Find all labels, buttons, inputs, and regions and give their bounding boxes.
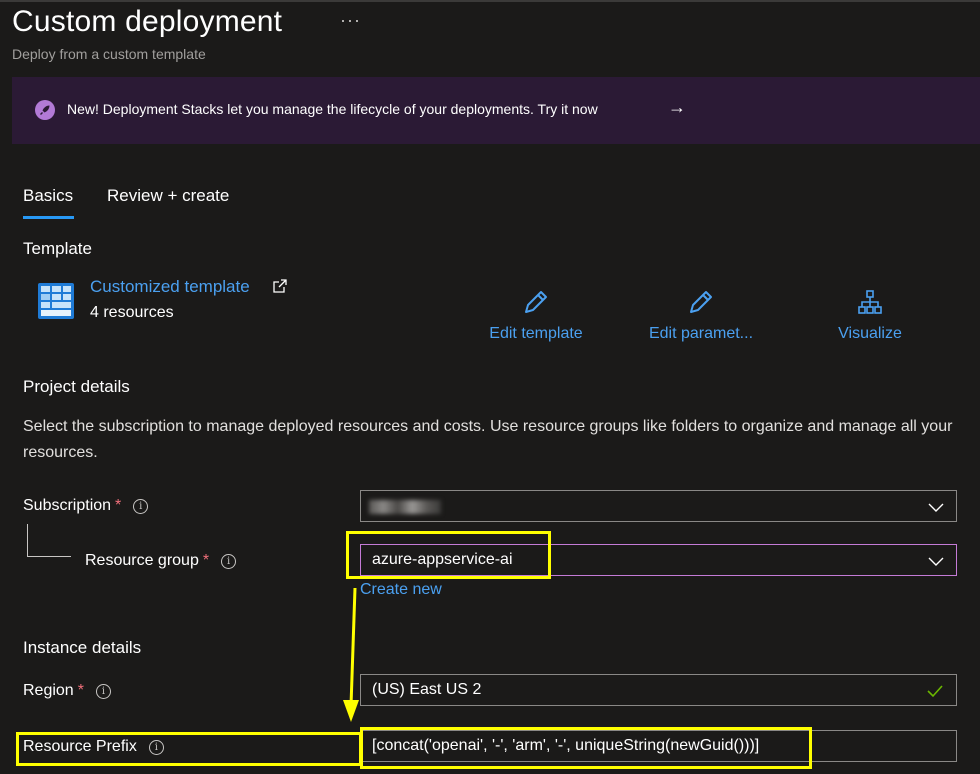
top-border bbox=[0, 0, 980, 2]
checkmark-icon bbox=[927, 685, 943, 698]
edit-template-button[interactable]: Edit template bbox=[483, 288, 589, 343]
info-icon[interactable]: i bbox=[133, 499, 149, 514]
instance-details-heading: Instance details bbox=[23, 638, 142, 657]
resource-group-label: Resource group * i bbox=[85, 552, 237, 570]
page-subtitle: Deploy from a custom template bbox=[12, 46, 206, 62]
region-label-text: Region bbox=[23, 682, 74, 699]
pencil-icon bbox=[690, 291, 712, 313]
tree-connector-horizontal bbox=[27, 556, 71, 557]
customized-template-link[interactable]: Customized template bbox=[90, 277, 250, 297]
subscription-label-text: Subscription bbox=[23, 497, 112, 514]
page-title: Custom deployment bbox=[12, 5, 283, 38]
region-dropdown[interactable]: (US) East US 2 bbox=[360, 674, 957, 706]
highlight-arrow bbox=[343, 588, 359, 722]
rocket-icon bbox=[35, 100, 55, 120]
visualize-button[interactable]: Visualize bbox=[833, 288, 907, 343]
project-description: Select the subscription to manage deploy… bbox=[23, 418, 953, 461]
resource-count: 4 resources bbox=[90, 304, 174, 321]
template-icon bbox=[38, 283, 74, 319]
deployment-stacks-banner[interactable]: New! Deployment Stacks let you manage th… bbox=[12, 77, 980, 144]
chevron-down-icon bbox=[928, 503, 944, 512]
highlight-prefix-label bbox=[16, 732, 362, 766]
info-icon[interactable]: i bbox=[221, 554, 237, 569]
edit-template-label: Edit template bbox=[489, 325, 583, 342]
banner-text: New! Deployment Stacks let you manage th… bbox=[67, 101, 598, 117]
chevron-down-icon bbox=[928, 557, 944, 566]
active-tab-indicator bbox=[23, 216, 74, 219]
edit-parameters-label: Edit paramet... bbox=[648, 325, 754, 342]
tree-connector bbox=[27, 524, 28, 557]
edit-parameters-button[interactable]: Edit paramet... bbox=[642, 288, 760, 343]
required-mark: * bbox=[202, 552, 210, 569]
subscription-label: Subscription * i bbox=[23, 497, 149, 515]
resource-group-label-text: Resource group bbox=[85, 552, 199, 569]
project-details-heading: Project details bbox=[23, 377, 130, 396]
required-mark: * bbox=[77, 682, 84, 699]
tab-basics[interactable]: Basics bbox=[23, 186, 73, 206]
template-heading: Template bbox=[23, 239, 92, 258]
subscription-dropdown[interactable] bbox=[360, 490, 957, 522]
subscription-value-redacted bbox=[369, 500, 441, 514]
highlight-resource-group bbox=[346, 531, 551, 579]
region-value: (US) East US 2 bbox=[372, 681, 482, 698]
highlight-prefix-value bbox=[360, 727, 812, 769]
arrow-right-icon[interactable]: → bbox=[668, 97, 686, 118]
visualize-label: Visualize bbox=[838, 325, 902, 342]
create-new-link[interactable]: Create new bbox=[360, 581, 442, 599]
hierarchy-icon bbox=[858, 290, 882, 314]
external-link-icon[interactable] bbox=[272, 278, 288, 294]
tab-review-create[interactable]: Review + create bbox=[107, 186, 229, 206]
required-mark: * bbox=[115, 497, 122, 514]
region-label: Region * i bbox=[23, 682, 111, 700]
more-options-icon[interactable]: ··· bbox=[340, 10, 361, 31]
pencil-icon bbox=[525, 291, 547, 313]
info-icon[interactable]: i bbox=[95, 684, 111, 699]
